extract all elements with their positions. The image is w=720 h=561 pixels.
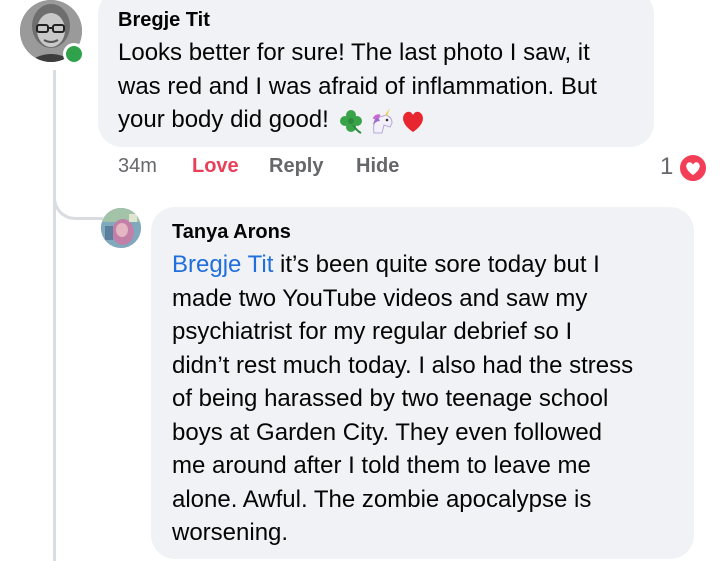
comment-line: made two YouTube videos and saw my <box>172 284 588 312</box>
comment-author[interactable]: Tanya Arons <box>172 221 291 244</box>
reply-connector <box>53 150 103 220</box>
online-status-icon <box>63 43 85 65</box>
comment-line: me around after I told them to leave me <box>172 452 591 479</box>
mention-link[interactable]: Bregje Tit <box>172 251 273 278</box>
comment-line: Bregje Tit it’s been quite sore today bu… <box>172 248 688 282</box>
reply-button[interactable]: Reply <box>269 155 323 178</box>
comment-line: didn’t rest much today. I also had the s… <box>172 351 634 379</box>
comment-line: Looks better for sure! The last photo I … <box>118 39 590 66</box>
red-heart-icon <box>402 111 423 132</box>
comment-line: of being harassed by two teenage school <box>172 385 609 412</box>
comment-line: worsening. <box>172 519 289 546</box>
comment-body: Bregje Tit it’s been quite sore today bu… <box>172 248 688 550</box>
heart-reaction-icon[interactable] <box>678 153 708 183</box>
reaction-count[interactable]: 1 <box>660 153 673 181</box>
unicorn-icon <box>372 107 393 134</box>
comment-line: boys at Garden City. They even followed <box>172 418 603 446</box>
love-reaction-button[interactable]: Love <box>192 155 239 178</box>
comment-line: was red and I was afraid of inflammation… <box>118 72 597 100</box>
emoji-group <box>337 107 427 135</box>
comment-line-last: your body did good! <box>118 103 648 137</box>
profile-photo <box>101 208 141 248</box>
comment-thread: Bregje Tit Looks better for sure! The la… <box>0 0 720 561</box>
comment-author[interactable]: Bregje Tit <box>118 9 210 32</box>
comment-line: psychiatrist for my regular debrief so I <box>172 318 573 345</box>
comment-line-text: it’s been quite sore today but I <box>273 251 600 278</box>
comment-timestamp[interactable]: 34m <box>118 155 157 178</box>
avatar[interactable] <box>101 208 141 248</box>
four-leaf-clover-icon <box>339 109 362 134</box>
comment-body: Looks better for sure! The last photo I … <box>118 36 648 137</box>
hide-button[interactable]: Hide <box>356 155 399 178</box>
comment-line: alone. Awful. The zombie apocalypse is <box>172 485 592 513</box>
comment-line-text: your body did good! <box>118 106 329 133</box>
heart-glyph <box>686 162 700 175</box>
thread-line <box>53 70 56 561</box>
